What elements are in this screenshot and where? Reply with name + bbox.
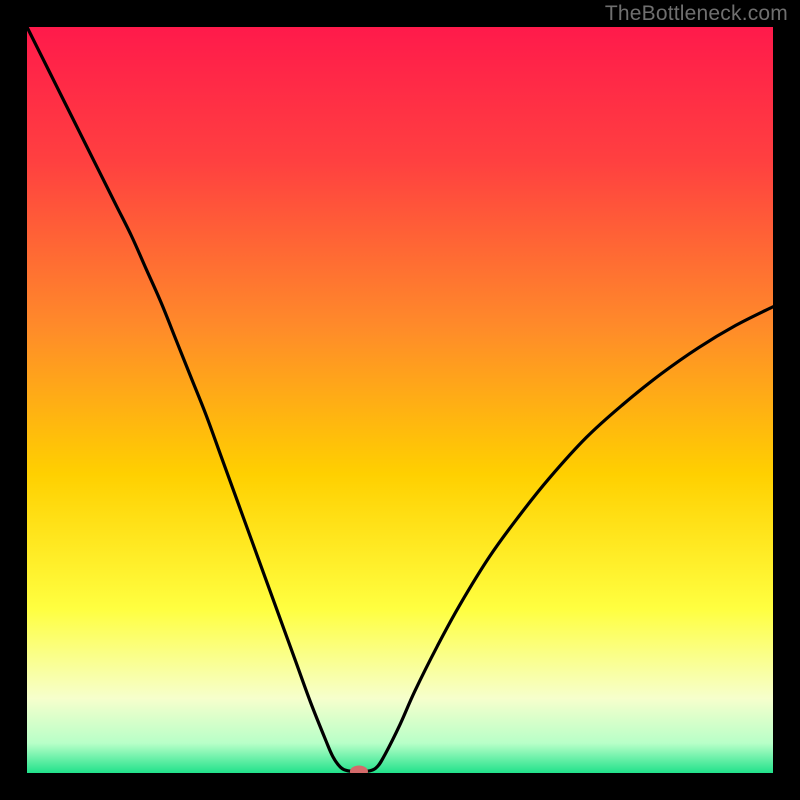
plot-background xyxy=(27,27,773,773)
bottleneck-plot xyxy=(27,27,773,773)
chart-frame: TheBottleneck.com xyxy=(0,0,800,800)
watermark-text: TheBottleneck.com xyxy=(605,2,788,26)
